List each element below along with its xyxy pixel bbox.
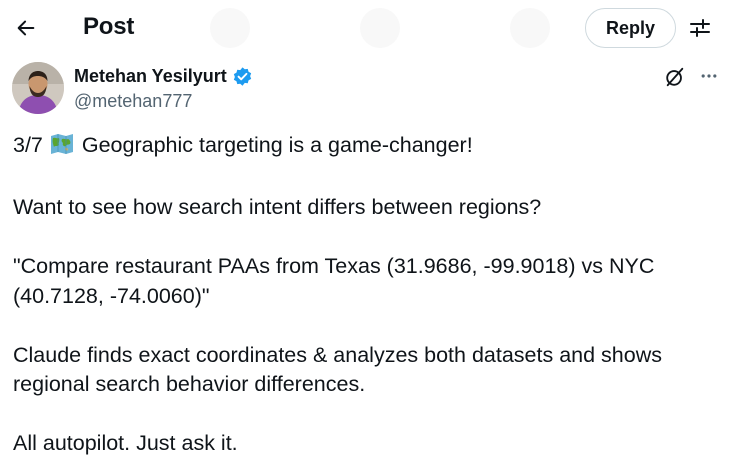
faded-header-icon [210,8,250,48]
verified-badge-icon [232,66,253,87]
post-line: "Compare restaurant PAAs from Texas (31.… [13,254,655,308]
author-name[interactable]: Metehan Yesilyurt [74,66,253,87]
grok-icon [666,67,684,87]
thread-counter: 3/7 [13,133,43,157]
more-horizontal-icon [701,74,717,78]
post-line: 3/7 Geographic targeting is a game-chang… [13,131,713,164]
page-title: Post [83,13,135,40]
back-button[interactable] [6,8,46,48]
post-header: Post Reply [0,0,737,56]
author-name-text: Metehan Yesilyurt [74,66,227,86]
avatar-image [12,62,64,114]
faded-header-icon [510,8,550,48]
sliders-icon [690,19,710,37]
more-button[interactable] [697,64,721,88]
grok-button[interactable] [662,64,688,90]
post-line: Claude finds exact coordinates & analyze… [13,342,662,397]
avatar[interactable] [12,62,64,114]
post-line: Want to see how search intent differs be… [13,195,542,219]
reply-button[interactable]: Reply [585,8,676,48]
filter-button[interactable] [680,8,720,48]
post-text: 3/7 Geographic targeting is a game-chang… [13,131,713,459]
author-handle[interactable]: @metehan777 [74,91,192,112]
faded-header-icon [360,8,400,48]
post-headline: Geographic targeting is a game-changer! [81,133,473,157]
post-line: All autopilot. Just ask it. [13,431,238,455]
world-map-icon [50,133,74,164]
arrow-left-icon [17,20,35,36]
